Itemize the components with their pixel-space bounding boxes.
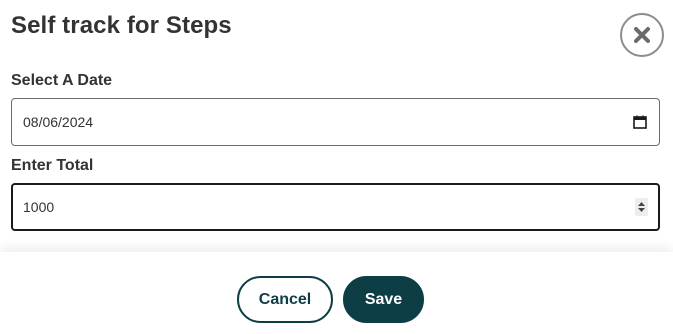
calendar-icon[interactable] [633,115,647,129]
self-track-dialog: Self track for Steps Select A Date 08/06… [0,0,673,334]
dialog-title: Self track for Steps [11,12,232,39]
date-label: Select A Date [11,72,113,89]
date-input-value: 08/06/2024 [23,114,94,130]
spin-stepper-icon[interactable] [635,198,648,216]
save-button[interactable]: Save [343,276,424,323]
total-input-value: 1000 [23,199,55,215]
total-input[interactable]: 1000 [11,183,660,231]
close-icon [633,26,651,44]
close-button[interactable] [620,13,664,57]
total-label: Enter Total [11,157,94,174]
dialog-footer: Cancel Save [0,252,673,334]
date-input[interactable]: 08/06/2024 [11,98,660,146]
cancel-button[interactable]: Cancel [237,276,333,323]
